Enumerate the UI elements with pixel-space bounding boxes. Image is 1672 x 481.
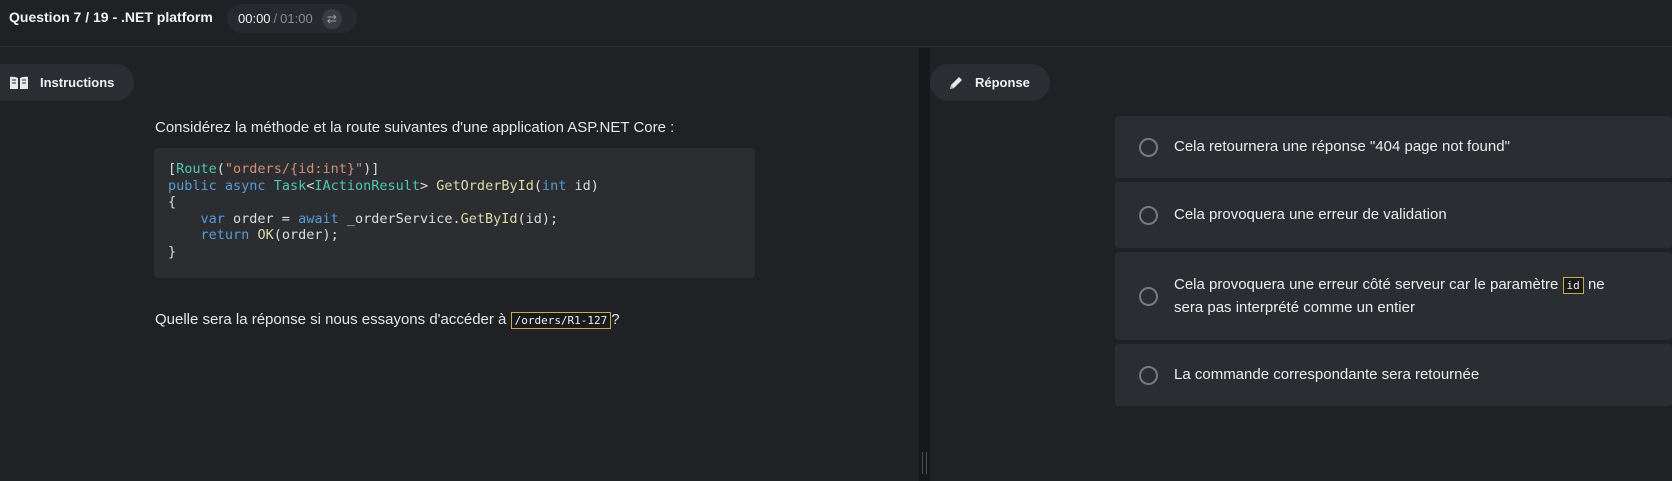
timer: 00:00 / 01:00 ⇄	[227, 4, 357, 33]
swap-icon[interactable]: ⇄	[321, 8, 342, 29]
question-text: Quelle sera la réponse si nous essayons …	[155, 311, 620, 329]
code-line: public async Task<IActionResult> GetOrde…	[168, 177, 599, 194]
question-title: Question 7 / 19 - .NET platform	[9, 9, 213, 25]
code-line: {	[168, 194, 177, 210]
radio-button[interactable]	[1139, 205, 1158, 225]
answer-option[interactable]: Cela provoquera une erreur de validation	[1115, 182, 1672, 248]
radio-button[interactable]	[1139, 286, 1158, 306]
code-line: return OK(order);	[200, 227, 339, 243]
radio-button[interactable]	[1139, 137, 1158, 157]
answer-option-label: Cela retournera une réponse "404 page no…	[1174, 138, 1510, 155]
pane-divider[interactable]	[919, 48, 930, 481]
inline-code-param: id	[1562, 276, 1584, 294]
response-tab[interactable]: Réponse	[930, 64, 1050, 101]
code-block: [Route("orders/{id:int}")] public async …	[154, 148, 755, 278]
code-line: }	[168, 243, 177, 260]
answer-option-label: La commande correspondante sera retourné…	[1174, 366, 1480, 383]
answer-option-label: Cela provoquera une erreur côté serveur …	[1174, 274, 1614, 319]
answer-options: Cela retournera une réponse "404 page no…	[1115, 116, 1672, 410]
answer-option[interactable]: Cela retournera une réponse "404 page no…	[1115, 116, 1672, 178]
code-line: var order = await _orderService.GetById(…	[200, 210, 559, 227]
answer-option-label: Cela provoquera une erreur de validation	[1174, 206, 1447, 223]
question-prefix: Quelle sera la réponse si nous essayons …	[155, 311, 511, 328]
radio-button[interactable]	[1139, 365, 1158, 385]
question-suffix: ?	[611, 311, 620, 328]
timer-separator: /	[273, 11, 278, 26]
question-intro: Considérez la méthode et la route suivan…	[155, 119, 675, 136]
answer-option[interactable]: Cela provoquera une erreur côté serveur …	[1115, 252, 1672, 340]
response-label: Réponse	[975, 75, 1030, 90]
answer-option[interactable]: La commande correspondante sera retourné…	[1115, 344, 1672, 406]
response-pane: Réponse Cela retournera une réponse "404…	[930, 48, 1672, 481]
instructions-label: Instructions	[40, 75, 115, 90]
instructions-tab[interactable]: Instructions	[0, 64, 134, 101]
inline-code-url: /orders/R1-127	[510, 312, 612, 329]
code-line: [Route("orders/{id:int}")]	[168, 161, 380, 177]
answer-text-before: Cela provoquera une erreur côté serveur …	[1174, 275, 1563, 293]
timer-elapsed: 00:00	[238, 11, 271, 26]
top-bar: Question 7 / 19 - .NET platform 00:00 / …	[0, 0, 1672, 47]
instructions-pane: Instructions Considérez la méthode et la…	[0, 48, 919, 481]
book-icon	[10, 76, 28, 89]
timer-total: 01:00	[280, 11, 313, 26]
resize-handle[interactable]	[922, 452, 927, 474]
pencil-icon	[950, 76, 962, 89]
